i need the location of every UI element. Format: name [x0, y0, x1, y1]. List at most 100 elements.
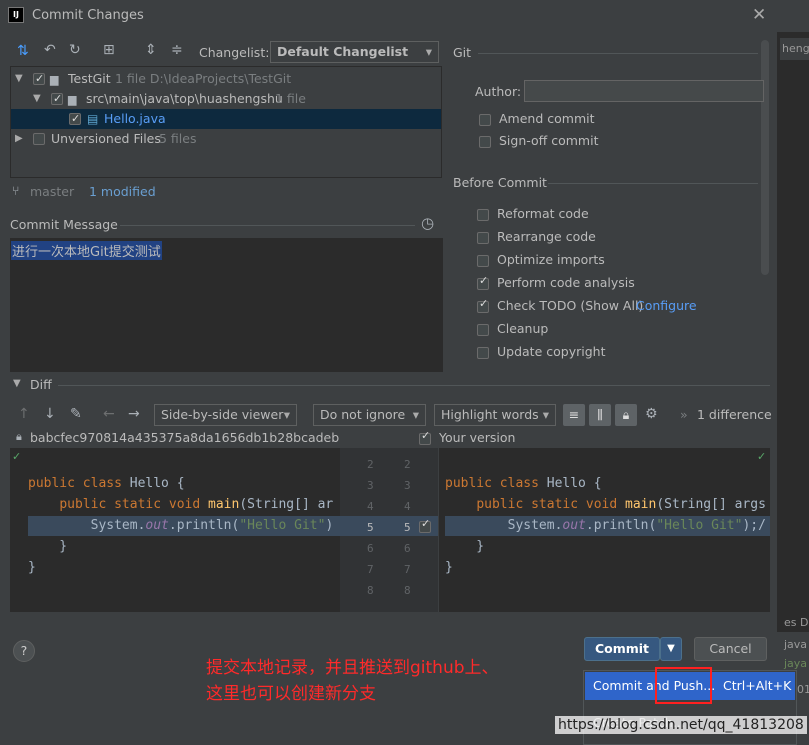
line-number: 8	[404, 584, 411, 597]
sync-icon[interactable]: ↻	[69, 42, 81, 58]
author-input[interactable]	[524, 80, 764, 102]
line-number: 7	[367, 563, 374, 576]
signoff-label: Sign-off commit	[499, 133, 599, 148]
previous-diff-icon[interactable]: ↑	[18, 406, 30, 422]
branch-name[interactable]: master	[30, 184, 74, 199]
line-number: 2	[367, 458, 374, 471]
code-line: System.out.println("Hello Git")	[28, 518, 334, 533]
background-text: java	[784, 638, 808, 651]
back-icon[interactable]: ←	[103, 406, 115, 422]
signoff-checkbox[interactable]	[479, 136, 491, 148]
expand-arrow-icon[interactable]: ▼	[33, 89, 41, 109]
help-button[interactable]: ?	[13, 640, 35, 662]
highlight-dropdown[interactable]: Highlight words	[434, 404, 556, 426]
scrollbar[interactable]	[761, 40, 769, 275]
ignore-whitespace-dropdown[interactable]: Do not ignore	[313, 404, 426, 426]
sync-scroll-icon[interactable]: ⫼	[589, 404, 611, 426]
more-icon[interactable]: »	[680, 407, 688, 422]
before-commit-title: Before Commit	[453, 175, 547, 190]
annotation-line: 提交本地记录，并且推送到github上、	[206, 658, 499, 678]
tree-row-file[interactable]: ▤ Hello.java	[11, 109, 441, 129]
line-number: 7	[404, 563, 411, 576]
changelist-dropdown[interactable]: Default Changelist	[270, 41, 439, 63]
changelist-label: Changelist:	[199, 45, 270, 60]
code-line: }	[28, 539, 68, 554]
close-icon[interactable]: ✕	[752, 5, 766, 25]
code-line: System.out.println("Hello Git");/	[445, 518, 766, 533]
tree-row-unversioned[interactable]: ▶ Unversioned Files 5 files	[11, 129, 441, 149]
project-label: TestGit	[68, 71, 111, 86]
background-text: jaya	[784, 657, 808, 670]
copyright-checkbox[interactable]	[477, 347, 489, 359]
history-clock-icon[interactable]: ◷	[421, 214, 434, 232]
line-number: 8	[367, 584, 374, 597]
difference-count: 1 difference	[697, 407, 772, 422]
group-by-icon[interactable]: ⊞	[103, 42, 115, 58]
edit-source-icon[interactable]: ✎	[70, 406, 82, 422]
collapse-unchanged-icon[interactable]: ≡	[563, 404, 585, 426]
commit-button[interactable]: Commit	[584, 637, 660, 661]
diff-section-title: Diff	[30, 377, 52, 392]
left-revision-hash: babcfec970814a435375a8da1656db1b28bcadeb	[30, 430, 340, 445]
no-errors-check-icon: ✓	[757, 450, 767, 463]
line-number: 4	[404, 500, 411, 513]
collapse-arrow-icon[interactable]: ▶	[15, 129, 23, 149]
modified-count[interactable]: 1 modified	[89, 184, 156, 199]
line-number: 5	[404, 521, 411, 534]
tree-row-package[interactable]: ▼ ▆ src\main\java\top\huashengshu 1 file	[11, 89, 441, 109]
divider	[120, 225, 415, 226]
annotation-line: 这里也可以创建新分支	[206, 684, 376, 704]
watermark: https://blog.csdn.net/qq_41813208	[555, 716, 807, 734]
optimize-label: Optimize imports	[497, 252, 605, 267]
reformat-checkbox[interactable]	[477, 209, 489, 221]
line-number: 6	[367, 542, 374, 555]
background-window	[777, 32, 809, 632]
expand-arrow-icon[interactable]: ▼	[15, 69, 23, 89]
code-line: public class Hello {	[445, 476, 602, 491]
forward-icon[interactable]: →	[128, 406, 140, 422]
diff-collapse-icon[interactable]: ▼	[13, 378, 21, 389]
lock-icon[interactable]: 🔒︎	[615, 404, 637, 426]
line-number: 4	[367, 500, 374, 513]
line-number: 3	[404, 479, 411, 492]
line-include-checkbox[interactable]	[419, 517, 431, 533]
java-file-icon: ▤	[87, 112, 99, 126]
line-number: 2	[404, 458, 411, 471]
collapse-all-icon[interactable]: ≑	[171, 42, 183, 58]
project-meta: 1 file D:\IdeaProjects\TestGit	[115, 71, 292, 86]
amend-checkbox[interactable]	[479, 114, 491, 126]
check-todo-checkbox[interactable]	[477, 297, 489, 313]
expand-all-icon[interactable]: ⇕	[145, 42, 157, 58]
rearrange-label: Rearrange code	[497, 229, 596, 244]
code-line: public class Hello {	[28, 476, 185, 491]
code-line: }	[28, 560, 36, 575]
annotation-text: 提交本地记录，并且推送到github上、 这里也可以创建新分支	[206, 655, 499, 707]
no-errors-check-icon: ✓	[12, 450, 22, 463]
author-label: Author:	[475, 84, 522, 99]
cleanup-checkbox[interactable]	[477, 324, 489, 336]
next-diff-icon[interactable]: ↓	[44, 406, 56, 422]
rearrange-checkbox[interactable]	[477, 232, 489, 244]
code-line: public static void main(String[] args	[476, 497, 766, 512]
cancel-button[interactable]: Cancel	[694, 637, 767, 661]
file-checkbox[interactable]	[69, 109, 81, 129]
tree-row-project[interactable]: ▼ ▆ TestGit 1 file D:\IdeaProjects\TestG…	[11, 69, 441, 89]
gear-icon[interactable]: ⚙	[645, 406, 658, 422]
undo-icon[interactable]: ↶	[44, 42, 56, 58]
package-checkbox[interactable]	[51, 89, 63, 109]
background-text: 01	[797, 683, 809, 696]
include-checkbox[interactable]	[419, 429, 431, 445]
refresh-changes-icon[interactable]: ⇅	[17, 43, 29, 59]
viewer-dropdown[interactable]: Side-by-side viewer	[154, 404, 297, 426]
highlight-box	[655, 667, 712, 704]
configure-link[interactable]: Configure	[636, 298, 697, 313]
project-checkbox[interactable]	[33, 69, 45, 89]
code-line: }	[445, 560, 453, 575]
code-analysis-checkbox[interactable]	[477, 274, 489, 290]
unversioned-checkbox[interactable]	[33, 133, 45, 145]
optimize-checkbox[interactable]	[477, 255, 489, 267]
commit-message-label: Commit Message	[10, 217, 118, 232]
commit-options-dropdown-icon[interactable]: ▼	[660, 637, 682, 661]
changes-tree: ▼ ▆ TestGit 1 file D:\IdeaProjects\TestG…	[10, 66, 442, 178]
unversioned-label: Unversioned Files	[51, 131, 161, 146]
